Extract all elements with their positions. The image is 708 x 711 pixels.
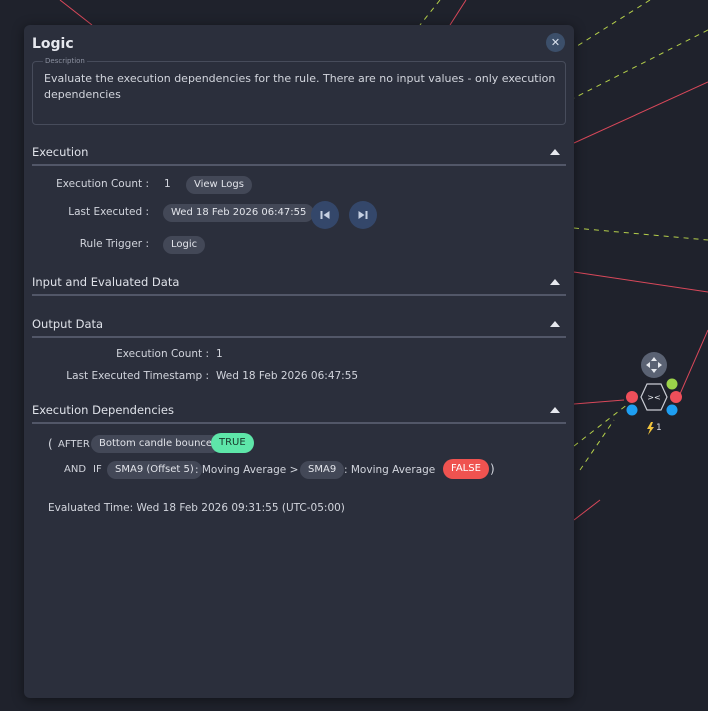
lhs-indicator-chip[interactable]: SMA9 (Offset 5) [107,461,202,479]
section-output-data-header[interactable]: Output Data [32,314,566,338]
graph-edge [59,0,93,26]
close-icon: ✕ [550,36,561,49]
last-executed-label: Last Executed : [68,206,149,218]
section-dependencies-title: Execution Dependencies [32,403,174,417]
chevron-up-icon [550,407,560,413]
graph-edge [573,499,601,521]
section-execution-title: Execution [32,145,89,159]
graph-edge [573,29,708,99]
graph-edge [449,0,467,26]
section-execution-header[interactable]: Execution [32,142,566,166]
output-port [670,391,682,403]
graph-edge [419,0,441,26]
logic-panel: Logic ✕ Description Evaluate the executi… [24,25,574,698]
description-field[interactable]: Description Evaluate the execution depen… [32,57,566,125]
section-input-data-title: Input and Evaluated Data [32,275,180,289]
output-count-value: 1 [216,348,223,360]
input-port [626,404,638,416]
execution-count-label: Execution Count : [56,178,149,190]
description-text: Evaluate the execution dependencies for … [44,72,556,101]
graph-edge [573,227,708,241]
chevron-up-icon [550,149,560,155]
and-keyword: AND [64,464,87,475]
move-handle-icon [641,352,667,378]
logic-node[interactable]: >< [626,352,682,435]
chevron-up-icon [550,321,560,327]
graph-edge [573,399,625,405]
previous-execution-button[interactable] [311,201,339,229]
graph-edge [573,271,708,293]
graph-edge [573,81,708,144]
skip-previous-icon [320,211,330,219]
node-symbol: >< [647,393,660,402]
rule-trigger-value: Logic [163,236,206,254]
evaluated-time: Evaluated Time: Wed 18 Feb 2026 09:31:55… [48,502,345,514]
output-port [666,378,678,390]
graph-edge [579,419,615,471]
rhs-suffix: : Moving Average [344,464,436,476]
if-result-badge: FALSE [443,459,489,479]
section-input-data-header[interactable]: Input and Evaluated Data [32,272,566,296]
description-label: Description [43,57,87,65]
node-execution-count: 1 [656,423,662,433]
open-paren: ( [48,437,53,451]
output-timestamp-label: Last Executed Timestamp : [66,370,209,382]
skip-next-icon [358,211,368,219]
input-port [626,391,638,403]
panel-title: Logic [32,36,74,52]
rule-trigger-label: Rule Trigger : [79,238,149,250]
after-keyword: AFTER [58,439,90,450]
graph-edge [573,403,629,447]
output-timestamp-value: Wed 18 Feb 2026 06:47:55 [216,370,359,382]
graph-edge [573,0,651,49]
section-dependencies-header[interactable]: Execution Dependencies [32,400,566,424]
close-paren: ) [490,462,495,476]
lightning-icon [647,422,654,435]
rhs-indicator-chip[interactable]: SMA9 [300,461,345,479]
if-keyword: IF [93,464,102,475]
after-rule-chip[interactable]: Bottom candle bounce [91,435,221,453]
view-logs-button[interactable]: View Logs [186,176,252,194]
output-count-label: Execution Count : [116,348,209,360]
graph-edge [679,329,708,395]
after-result-badge: TRUE [211,433,254,453]
execution-count-value: 1 [164,178,171,190]
close-button[interactable]: ✕ [546,33,565,52]
section-output-data-title: Output Data [32,317,104,331]
chevron-up-icon [550,279,560,285]
output-port [666,404,678,416]
lhs-suffix: : Moving Average > [195,464,299,476]
last-executed-value: Wed 18 Feb 2026 06:47:55 [163,204,315,222]
next-execution-button[interactable] [349,201,377,229]
